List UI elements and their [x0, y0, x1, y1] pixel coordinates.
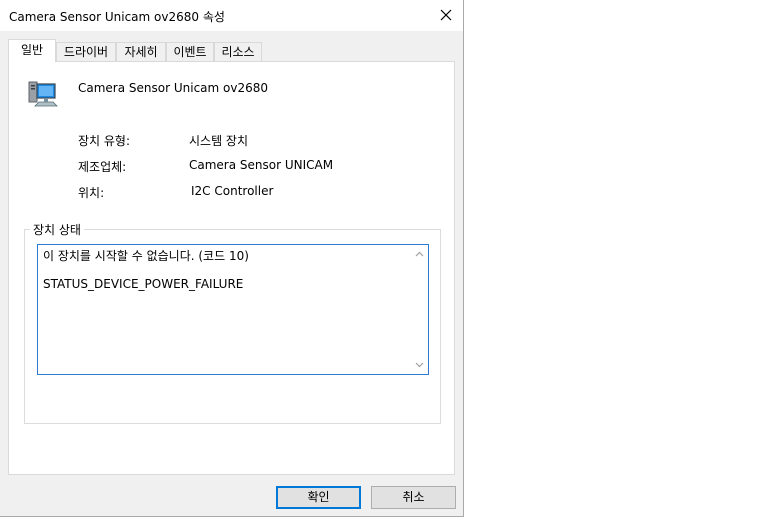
tab-label: 이벤트: [173, 45, 207, 59]
device-type-value: 시스템 장치: [189, 134, 249, 148]
chevron-down-icon: [415, 362, 424, 368]
scroll-down-button[interactable]: [412, 357, 427, 373]
tab-label: 일반: [20, 43, 44, 57]
tab-label: 리소스: [221, 45, 255, 59]
properties-dialog: Camera Sensor Unicam ov2680 속성 일반 드라이버 자…: [0, 0, 464, 517]
device-status-textbox[interactable]: 이 장치를 시작할 수 없습니다. (코드 10) STATUS_DEVICE_…: [37, 244, 429, 375]
ok-button[interactable]: 확인: [276, 486, 361, 509]
cancel-button[interactable]: 취소: [371, 486, 456, 509]
status-code: STATUS_DEVICE_POWER_FAILURE: [43, 277, 244, 291]
device-status-label: 장치 상태: [30, 221, 84, 238]
tab-label: 드라이버: [63, 45, 109, 59]
device-status-group: 장치 상태 이 장치를 시작할 수 없습니다. (코드 10) STATUS_D…: [24, 221, 441, 424]
tab-driver[interactable]: 드라이버: [56, 42, 116, 61]
manufacturer-label: 제조업체:: [78, 160, 127, 174]
tab-label: 자세히: [124, 45, 158, 59]
device-name: Camera Sensor Unicam ov2680: [78, 81, 269, 95]
tab-panel-general: Camera Sensor Unicam ov2680 장치 유형: 시스템 장…: [8, 61, 455, 475]
location-value: I2C Controller: [191, 184, 274, 198]
device-icon: [27, 78, 61, 108]
tab-general[interactable]: 일반: [8, 39, 56, 62]
close-icon: [440, 9, 452, 21]
close-button[interactable]: [435, 4, 457, 26]
location-label: 위치:: [78, 186, 105, 200]
tab-events[interactable]: 이벤트: [166, 42, 214, 61]
chevron-up-icon: [415, 251, 424, 257]
window-title: Camera Sensor Unicam ov2680 속성: [9, 10, 225, 24]
tab-details[interactable]: 자세히: [116, 42, 166, 61]
manufacturer-value: Camera Sensor UNICAM: [189, 158, 334, 172]
scroll-up-button[interactable]: [412, 246, 427, 262]
tab-resources[interactable]: 리소스: [214, 42, 262, 61]
device-type-label: 장치 유형:: [78, 134, 131, 148]
vertical-scrollbar[interactable]: [412, 246, 427, 373]
title-bar[interactable]: Camera Sensor Unicam ov2680 속성: [0, 0, 463, 31]
status-message: 이 장치를 시작할 수 없습니다. (코드 10): [43, 249, 249, 263]
